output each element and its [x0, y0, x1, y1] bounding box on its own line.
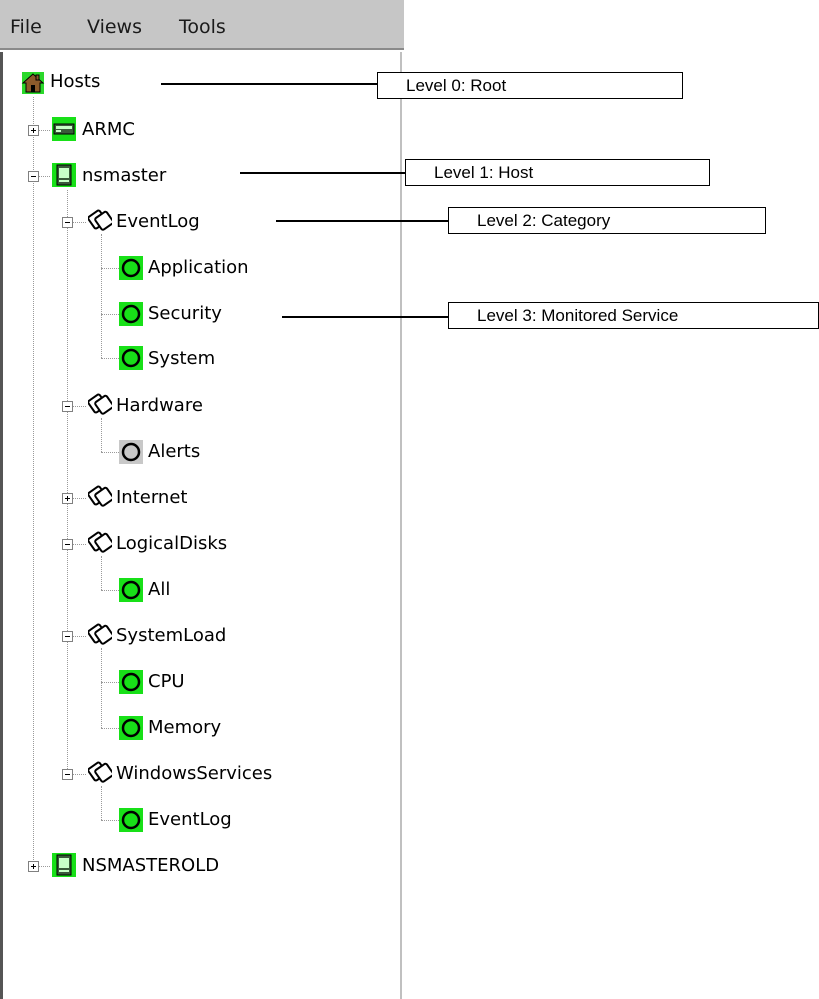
- menu-views[interactable]: Views: [87, 16, 142, 38]
- collapse-toggle-windowsservices[interactable]: [62, 769, 73, 780]
- status-ok-icon: [119, 346, 143, 370]
- tree-label-armc: ARMC: [82, 119, 135, 140]
- tree-guide-line: [38, 130, 50, 131]
- tree-label-system: System: [148, 348, 216, 369]
- tree-label-eventlog: EventLog: [116, 211, 200, 232]
- tree-label-windowsservices: WindowsServices: [116, 763, 273, 784]
- tree-label-security: Security: [148, 303, 222, 324]
- tree-guide-line: [72, 544, 86, 545]
- tree-guide-line: [101, 452, 119, 453]
- category-icon: [88, 393, 112, 415]
- callout-line-level1: [240, 172, 405, 174]
- tree-guide-line: [101, 648, 102, 728]
- tree-guide-line: [101, 314, 119, 315]
- collapse-toggle-logicaldisks[interactable]: [62, 539, 73, 550]
- tree-label-cpu: CPU: [148, 671, 185, 692]
- category-icon: [88, 623, 112, 645]
- status-unknown-icon: [119, 440, 143, 464]
- status-ok-icon: [119, 302, 143, 326]
- category-icon: [88, 761, 112, 783]
- home-icon: [21, 72, 45, 94]
- tree-guide-line: [72, 774, 86, 775]
- category-icon: [88, 531, 112, 553]
- callout-level2: Level 2: Category: [448, 207, 766, 234]
- menu-tools[interactable]: Tools: [179, 16, 226, 38]
- callout-level1: Level 1: Host: [405, 159, 710, 186]
- tree-label-all: All: [148, 579, 171, 600]
- tree-label-memory: Memory: [148, 717, 222, 738]
- tree-guide-line: [67, 190, 68, 775]
- tree-guide-line: [72, 498, 86, 499]
- tree-guide-line: [38, 866, 50, 867]
- callout-line-level3: [282, 316, 448, 318]
- menu-file[interactable]: File: [10, 16, 42, 38]
- tree-label-eventlog-service: EventLog: [148, 809, 232, 830]
- status-ok-icon: [119, 716, 143, 740]
- expand-toggle-nsmasterold[interactable]: [28, 861, 39, 872]
- tree-guide-line: [33, 97, 34, 868]
- tree-guide-line: [101, 786, 102, 820]
- server-icon: [52, 117, 76, 141]
- category-icon: [88, 485, 112, 507]
- category-icon: [88, 209, 112, 231]
- expand-toggle-armc[interactable]: [28, 125, 39, 136]
- tree-guide-line: [38, 176, 50, 177]
- tree-guide-line: [101, 556, 102, 590]
- collapse-toggle-hardware[interactable]: [62, 401, 73, 412]
- tree-label-application: Application: [148, 257, 249, 278]
- tree-guide-line: [72, 636, 86, 637]
- tree-label-systemload: SystemLoad: [116, 625, 227, 646]
- callout-line-level0: [161, 83, 377, 85]
- tree-label-hosts: Hosts: [50, 71, 101, 92]
- tree-label-nsmaster: nsmaster: [82, 165, 167, 186]
- tree-guide-line: [101, 820, 119, 821]
- callout-level0: Level 0: Root: [377, 72, 683, 99]
- menu-bar: File Views Tools: [0, 0, 404, 50]
- callout-level3: Level 3: Monitored Service: [448, 302, 819, 329]
- status-ok-icon: [119, 670, 143, 694]
- tree-label-hardware: Hardware: [116, 395, 203, 416]
- collapse-toggle-eventlog[interactable]: [62, 217, 73, 228]
- tree-label-logicaldisks: LogicalDisks: [116, 533, 228, 554]
- tree-guide-line: [72, 222, 86, 223]
- tree-guide-line: [101, 358, 119, 359]
- tree-label-alerts: Alerts: [148, 441, 201, 462]
- collapse-toggle-systemload[interactable]: [62, 631, 73, 642]
- computer-icon: [52, 853, 76, 877]
- status-ok-icon: [119, 578, 143, 602]
- tree-label-internet: Internet: [116, 487, 188, 508]
- tree-guide-line: [101, 418, 102, 452]
- collapse-toggle-nsmaster[interactable]: [28, 171, 39, 182]
- status-ok-icon: [119, 256, 143, 280]
- callout-line-level2: [276, 220, 448, 222]
- tree-guide-line: [101, 728, 119, 729]
- tree-guide-line: [101, 682, 119, 683]
- tree-guide-line: [72, 406, 86, 407]
- tree-guide-line: [101, 234, 102, 358]
- computer-icon: [52, 163, 76, 187]
- tree-label-nsmasterold: NSMASTEROLD: [82, 855, 220, 876]
- status-ok-icon: [119, 808, 143, 832]
- tree-guide-line: [101, 590, 119, 591]
- tree-guide-line: [101, 268, 119, 269]
- expand-toggle-internet[interactable]: [62, 493, 73, 504]
